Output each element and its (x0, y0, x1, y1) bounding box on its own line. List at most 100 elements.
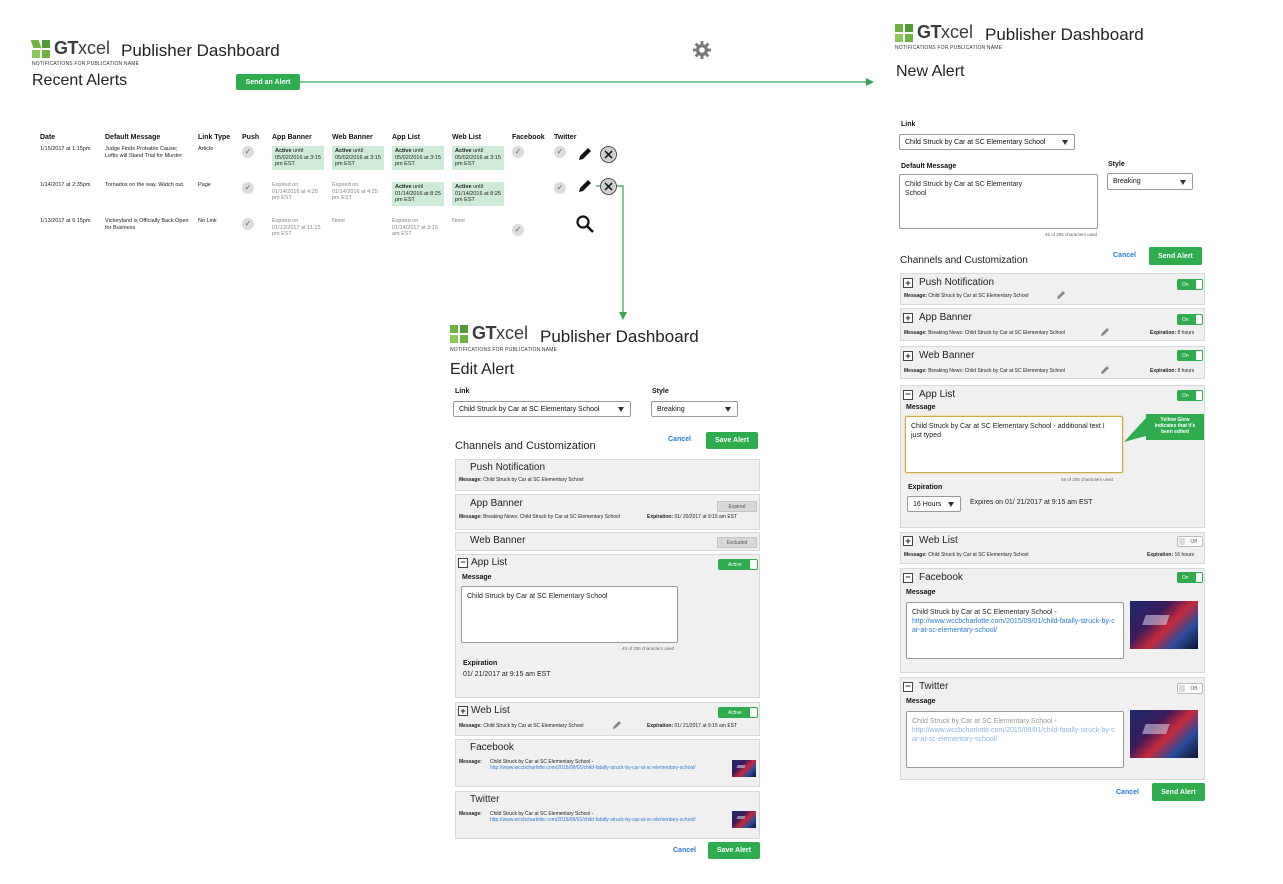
brand-tagline: NOTIFICATIONS FOR PUBLICATION NAME (32, 61, 140, 67)
twitter-url-link: http://www.wccbcharlotte.com/2015/09/01/… (490, 817, 696, 823)
expiration-select[interactable]: 16 Hours (907, 496, 961, 512)
edit-twitter-panel: Twitter Message: Child Struck by Car at … (455, 791, 760, 839)
active-toggle[interactable]: Active (718, 559, 758, 570)
web-list-status: Active until 05/02/2016 at 3:15 pm EST (452, 146, 504, 170)
default-message-input[interactable]: Child Struck by Car at SC Elementary Sch… (899, 174, 1098, 229)
expand-icon[interactable]: + (903, 351, 913, 361)
web-banner-status: Expired on 01/14/2016 at 4:25 pm EST (332, 182, 378, 202)
row-link-type: No Link (198, 218, 217, 224)
app-list-status: Active until 05/02/2016 at 3:15 pm EST (392, 146, 444, 170)
row-message: Victoryland is Officially Back Open for … (105, 218, 189, 231)
twitter-check-icon: ✓ (554, 146, 566, 158)
recent-alerts-table: Date Default Message Link Type Push App … (36, 132, 588, 251)
facebook-check-icon: ✓ (512, 224, 524, 236)
facebook-url-link: http://www.wccbcharlotte.com/2015/09/01/… (912, 618, 1115, 635)
delete-close-icon[interactable] (600, 178, 617, 195)
col-app-banner: App Banner (272, 134, 312, 141)
link-select[interactable]: Child Struck by Car at SC Elementary Sch… (899, 134, 1075, 150)
app-list-message-input[interactable]: Child Struck by Car at SC Elementary Sch… (905, 416, 1123, 473)
edit-web-list-panel: + Web List Active Message: Child Struck … (455, 702, 760, 736)
send-alert-button[interactable]: Send Alert (1152, 783, 1205, 801)
facebook-message-input[interactable]: Child Struck by Car at SC Elementary Sch… (906, 602, 1124, 659)
app-list-message-input[interactable]: Child Struck by Car at SC Elementary Sch… (461, 586, 678, 643)
cancel-link[interactable]: Cancel (673, 847, 696, 854)
facebook-thumbnail-image (732, 760, 756, 777)
brand-logo: GT xcel (30, 38, 110, 59)
brand-tagline: NOTIFICATIONS FOR PUBLICATION NAME (450, 347, 558, 353)
new-web-list-panel: + Web List Off Message: Child Struck by … (900, 532, 1205, 564)
col-twitter: Twitter (554, 134, 577, 141)
edit-pencil-icon[interactable] (1100, 365, 1110, 375)
style-select[interactable]: Breaking (651, 401, 738, 417)
edit-pencil-icon[interactable] (577, 178, 593, 194)
expand-icon[interactable]: + (903, 536, 913, 546)
channels-heading: Channels and Customization (455, 440, 596, 452)
web-banner-toggle[interactable]: On (1177, 350, 1203, 361)
row-date: 1/15/2017 at 1:15pm (40, 146, 91, 152)
new-facebook-panel: − Facebook On Message Child Struck by Ca… (900, 568, 1205, 673)
row-date: 1/14/2017 at 2:35pm (40, 182, 91, 188)
table-row[interactable]: 1/15/2017 at 1:15pm Judge Finds Probable… (36, 143, 588, 179)
push-check-icon: ✓ (242, 218, 254, 230)
col-default-message: Default Message (105, 134, 161, 141)
new-app-list-panel: − App List On Message Child Struck by Ca… (900, 385, 1205, 528)
facebook-url-link: http://www.wccbcharlotte.com/2015/09/01/… (490, 765, 696, 771)
col-app-list: App List (392, 134, 420, 141)
row-link-type: Page (198, 182, 211, 188)
send-an-alert-button[interactable]: Send an Alert (236, 74, 300, 90)
expand-icon[interactable]: + (903, 278, 913, 288)
app-title: Publisher Dashboard (985, 25, 1144, 44)
app-title: Publisher Dashboard (121, 41, 280, 60)
web-banner-status: Active until 05/02/2016 at 3:15 pm EST (332, 146, 384, 170)
expand-icon[interactable]: + (458, 706, 468, 716)
edit-app-banner-panel: App Banner Expired Message: Breaking New… (455, 494, 760, 530)
gtxcel-x-icon (450, 324, 468, 343)
excluded-badge: Excluded (717, 537, 757, 548)
cancel-link[interactable]: Cancel (1113, 252, 1136, 259)
app-banner-status: Expired on 01/14/2016 at 4:25 pm EST (272, 182, 318, 202)
twitter-thumbnail-image (1130, 710, 1198, 758)
expand-icon[interactable]: + (903, 313, 913, 323)
save-alert-button[interactable]: Save Alert (708, 842, 760, 859)
web-list-toggle[interactable]: Off (1177, 536, 1203, 547)
collapse-icon[interactable]: − (458, 558, 468, 568)
collapse-icon[interactable]: − (903, 390, 913, 400)
edit-pencil-icon[interactable] (1100, 327, 1110, 337)
default-message-label: Default Message (901, 163, 957, 170)
save-alert-button[interactable]: Save Alert (706, 432, 758, 449)
active-toggle[interactable]: Active (718, 707, 758, 718)
twitter-toggle[interactable]: Off (1177, 683, 1203, 694)
twitter-url-link: http://www.wccbcharlotte.com/2015/09/01/… (912, 727, 1115, 744)
link-select[interactable]: Child Struck by Car at SC Elementary Sch… (453, 401, 631, 417)
collapse-icon[interactable]: − (903, 682, 913, 692)
search-view-icon[interactable] (575, 214, 595, 234)
col-link-type: Link Type (198, 134, 231, 141)
gear-icon[interactable] (692, 40, 712, 60)
col-web-banner: Web Banner (332, 134, 373, 141)
style-select[interactable]: Breaking (1107, 173, 1193, 190)
new-push-panel: + Push Notification On Message: Child St… (900, 273, 1205, 305)
send-alert-button[interactable]: Send Alert (1149, 247, 1202, 265)
table-row[interactable]: 1/14/2017 at 2:35pm Tornados on the way.… (36, 179, 588, 215)
row-date: 1/13/2017 at 6:15pm (40, 218, 91, 224)
collapse-icon[interactable]: − (903, 573, 913, 583)
push-check-icon: ✓ (242, 182, 254, 194)
app-list-toggle[interactable]: On (1177, 390, 1203, 401)
cancel-link[interactable]: Cancel (668, 436, 691, 443)
twitter-message-input[interactable]: Child Struck by Car at SC Elementary Sch… (906, 711, 1124, 768)
delete-close-icon[interactable] (600, 146, 617, 163)
table-row[interactable]: 1/13/2017 at 6:15pm Victoryland is Offic… (36, 215, 588, 251)
col-date: Date (40, 134, 56, 141)
cancel-link[interactable]: Cancel (1116, 789, 1139, 796)
edit-pencil-icon[interactable] (612, 720, 622, 730)
edit-pencil-icon[interactable] (577, 146, 593, 162)
push-toggle[interactable]: On (1177, 279, 1203, 290)
edit-facebook-panel: Facebook Message: Child Struck by Car at… (455, 739, 760, 787)
brand-logo: GT xcel (450, 323, 528, 344)
edit-pencil-icon[interactable] (1056, 290, 1066, 300)
brand-gt: GT (54, 38, 79, 58)
row-link-type: Article (198, 146, 214, 152)
facebook-toggle[interactable]: On (1177, 572, 1203, 583)
recent-alerts-heading: Recent Alerts (32, 72, 128, 89)
app-banner-toggle[interactable]: On (1177, 314, 1203, 325)
